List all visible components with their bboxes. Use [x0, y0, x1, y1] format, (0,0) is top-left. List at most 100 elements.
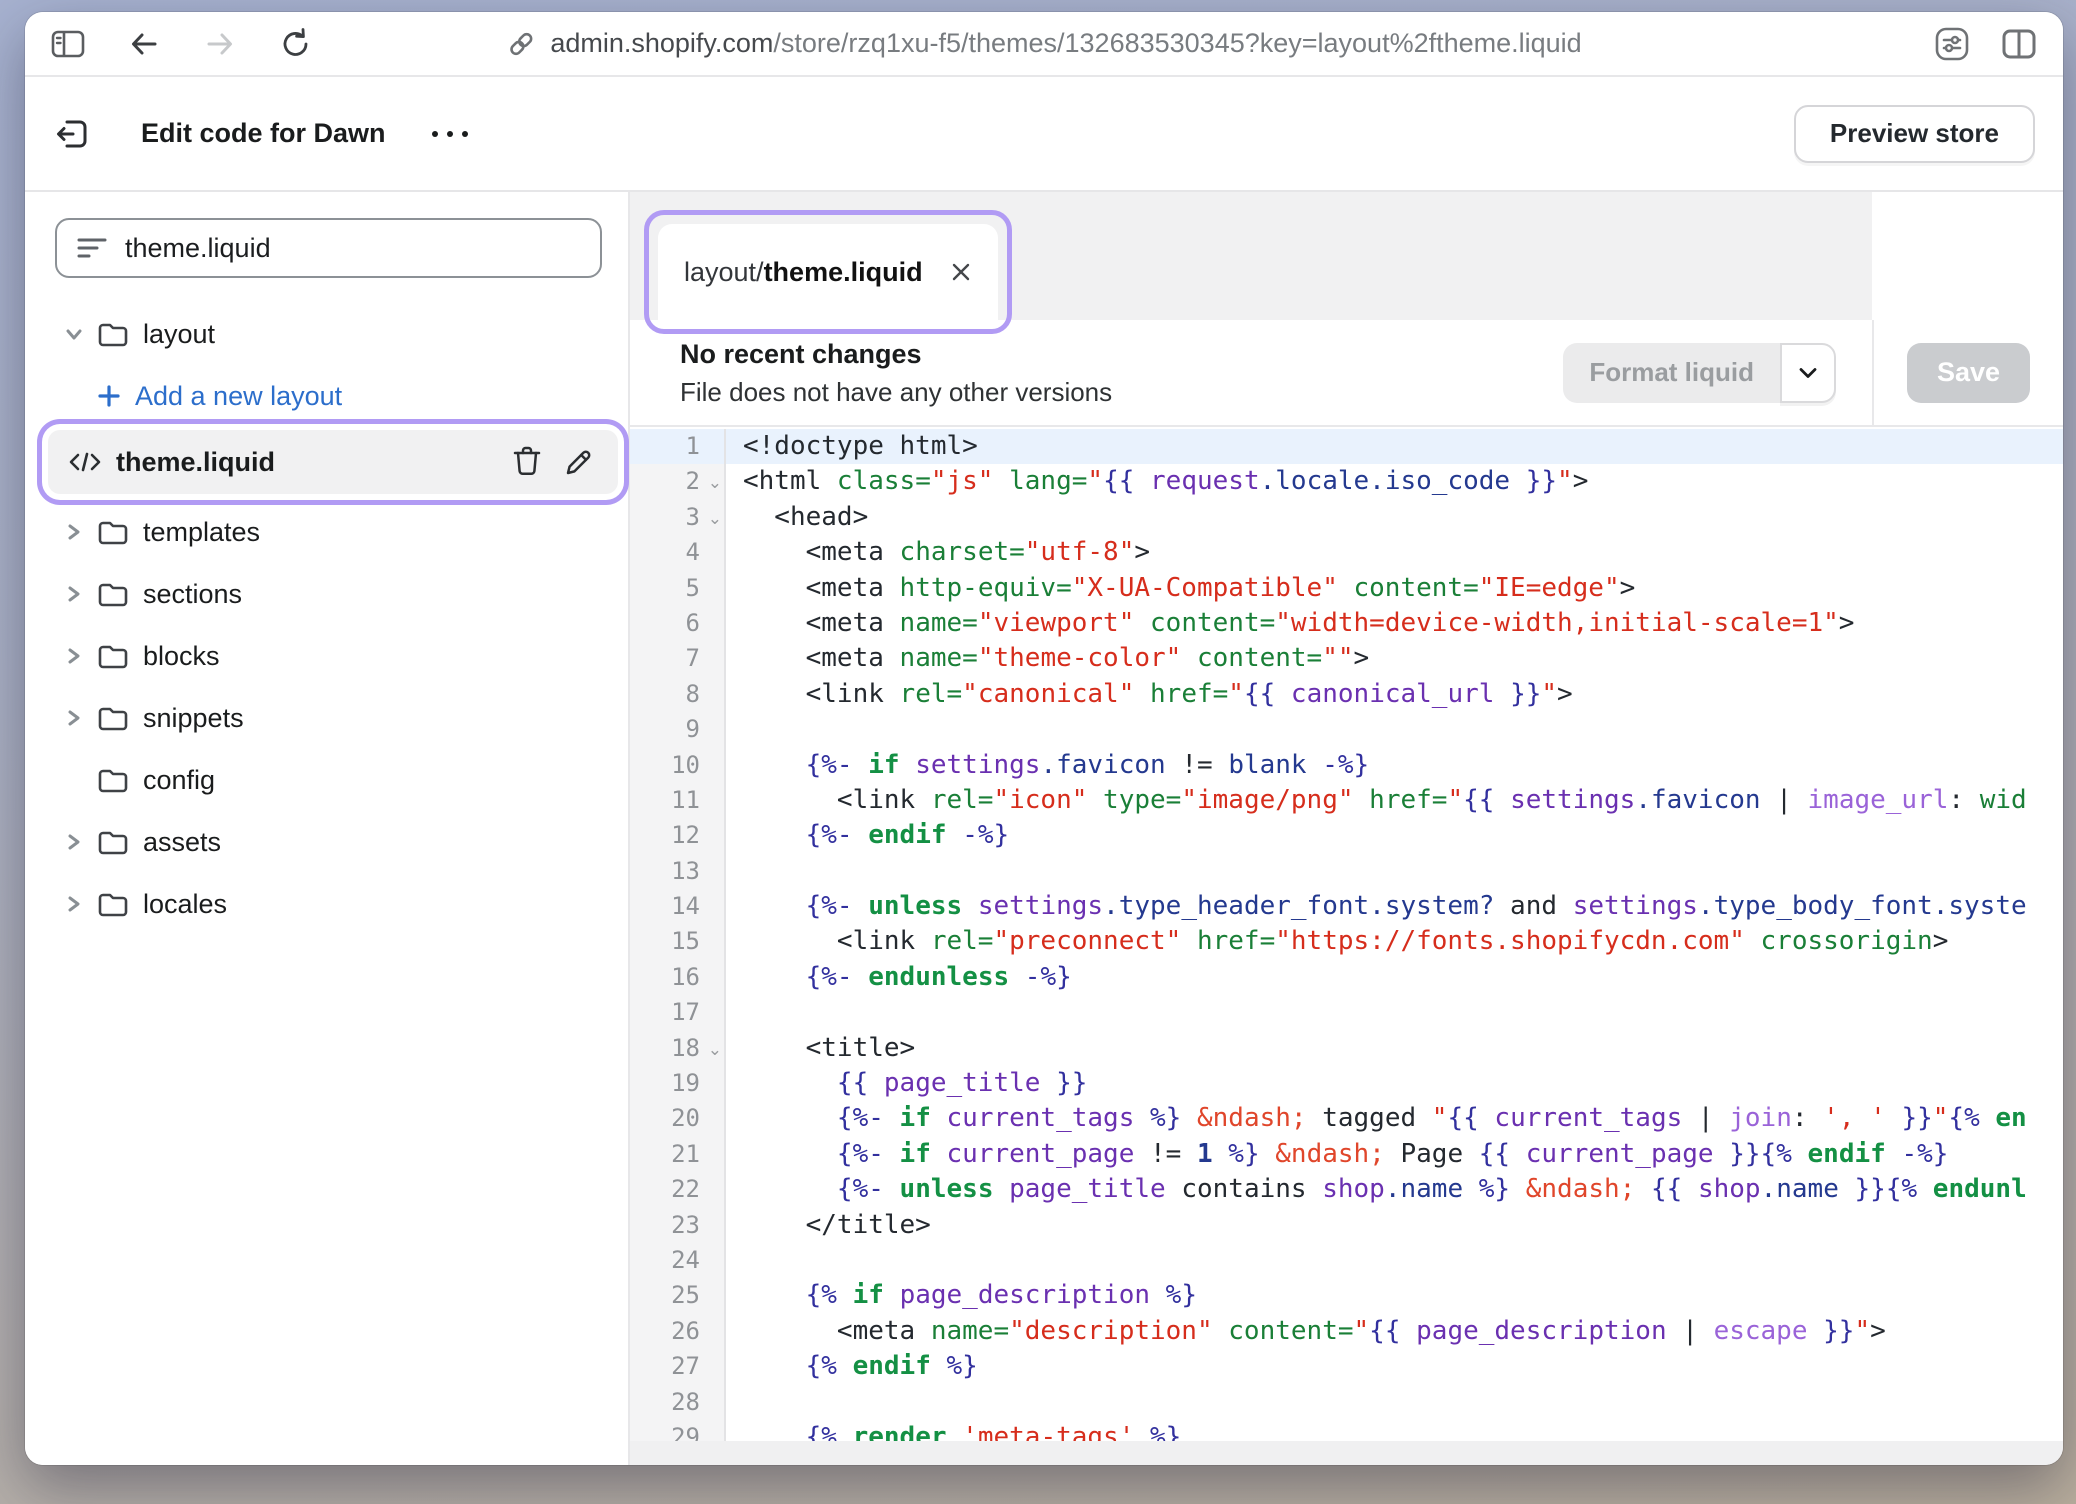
code-line[interactable]: 11 <link rel="icon" type="image/png" hre… [630, 783, 2063, 818]
code-editor-pane: layout/theme.liquid No recent changes [630, 192, 2063, 1465]
fold-arrow-icon[interactable]: ⌄ [708, 1032, 722, 1067]
folder-label: layout [143, 319, 215, 350]
tab-theme-liquid[interactable]: layout/theme.liquid [658, 224, 998, 320]
tab-path-prefix: layout/ [684, 257, 764, 288]
code-line[interactable]: 25 {% if page_description %} [630, 1278, 2063, 1313]
code-line-text: <head> [726, 500, 868, 535]
code-line[interactable]: 26 <meta name="description" content="{{ … [630, 1314, 2063, 1349]
app-header: Edit code for Dawn Preview store [25, 77, 2063, 190]
reload-icon[interactable] [279, 27, 313, 61]
sidebar-item-blocks[interactable]: blocks [55, 628, 602, 684]
code-line-text: <meta charset="utf-8"> [726, 535, 1150, 570]
code-line[interactable]: 18⌄ <title> [630, 1031, 2063, 1066]
code-line[interactable]: 8 <link rel="canonical" href="{{ canonic… [630, 677, 2063, 712]
exit-icon[interactable] [53, 114, 93, 154]
address-bar[interactable]: admin.shopify.com/store/rzq1xu-f5/themes… [506, 28, 1581, 59]
code-line-text: {% render 'meta-tags' %} [726, 1420, 1181, 1441]
close-tab-icon[interactable] [950, 261, 972, 283]
line-number: 18⌄ [630, 1031, 726, 1066]
sidebar-item-config[interactable]: config [55, 752, 602, 808]
code-line[interactable]: 22 {%- unless page_title contains shop.n… [630, 1172, 2063, 1207]
page-settings-icon[interactable] [1933, 25, 1971, 63]
save-button[interactable]: Save [1907, 343, 2030, 403]
sidebar-item-sections[interactable]: sections [55, 566, 602, 622]
chevron-right-icon[interactable] [63, 832, 85, 852]
line-number: 13 [630, 854, 726, 889]
code-line[interactable]: 1<!doctype html> [630, 429, 2063, 464]
code-line[interactable]: 10 {%- if settings.favicon != blank -%} [630, 748, 2063, 783]
code-line-text: {%- unless settings.type_header_font.sys… [726, 889, 2027, 924]
code-line[interactable]: 13 [630, 854, 2063, 889]
forward-icon[interactable] [203, 29, 237, 59]
code-line[interactable]: 21 {%- if current_page != 1 %} &ndash; P… [630, 1137, 2063, 1172]
sidebar-item-snippets[interactable]: snippets [55, 690, 602, 746]
code-line[interactable]: 9 [630, 712, 2063, 747]
code-line[interactable]: 2⌄<html class="js" lang="{{ request.loca… [630, 464, 2063, 499]
code-line[interactable]: 5 <meta http-equiv="X-UA-Compatible" con… [630, 571, 2063, 606]
split-view-icon[interactable] [2001, 28, 2037, 60]
folder-label: sections [143, 579, 242, 610]
code-line[interactable]: 27 {% endif %} [630, 1349, 2063, 1384]
sidebar-item-theme-liquid-selected[interactable]: theme.liquid [48, 430, 618, 494]
chevron-right-icon[interactable] [63, 894, 85, 914]
url-text: admin.shopify.com/store/rzq1xu-f5/themes… [550, 28, 1581, 59]
preview-store-button[interactable]: Preview store [1794, 105, 2035, 163]
folder-icon [97, 320, 129, 348]
code-line[interactable]: 16 {%- endunless -%} [630, 960, 2063, 995]
code-line[interactable]: 3⌄ <head> [630, 500, 2063, 535]
code-line-text: {%- endunless -%} [726, 960, 1072, 995]
sidebar-item-locales[interactable]: locales [55, 876, 602, 932]
sidebar-item-assets[interactable]: assets [55, 814, 602, 870]
code-line-text: <meta name="viewport" content="width=dev… [726, 606, 1854, 641]
code-line-text: <html class="js" lang="{{ request.locale… [726, 464, 1588, 499]
code-line-text: <meta http-equiv="X-UA-Compatible" conte… [726, 571, 1635, 606]
tab-file-name: theme.liquid [764, 257, 923, 288]
code-line[interactable]: 12 {%- endif -%} [630, 818, 2063, 853]
code-line[interactable]: 4 <meta charset="utf-8"> [630, 535, 2063, 570]
code-line[interactable]: 19 {{ page_title }} [630, 1066, 2063, 1101]
code-line[interactable]: 24 [630, 1243, 2063, 1278]
code-line-text: </title> [726, 1208, 931, 1243]
code-line[interactable]: 20 {%- if current_tags %} &ndash; tagged… [630, 1101, 2063, 1136]
fold-arrow-icon[interactable]: ⌄ [708, 501, 722, 536]
code-area[interactable]: 1<!doctype html>2⌄<html class="js" lang=… [630, 427, 2063, 1441]
line-number: 11 [630, 783, 726, 818]
code-line[interactable]: 7 <meta name="theme-color" content=""> [630, 641, 2063, 676]
chevron-right-icon[interactable] [63, 584, 85, 604]
format-liquid-label[interactable]: Format liquid [1563, 343, 1780, 403]
code-line-text: {%- if current_tags %} &ndash; tagged "{… [726, 1101, 2027, 1136]
more-actions-icon[interactable] [432, 131, 468, 137]
code-line[interactable]: 14 {%- unless settings.type_header_font.… [630, 889, 2063, 924]
fold-arrow-icon[interactable]: ⌄ [708, 465, 722, 500]
line-number: 6 [630, 606, 726, 641]
file-search-input[interactable]: theme.liquid [55, 218, 602, 278]
code-line[interactable]: 6 <meta name="viewport" content="width=d… [630, 606, 2063, 641]
chevron-right-icon[interactable] [63, 522, 85, 542]
chevron-right-icon[interactable] [63, 646, 85, 666]
rename-file-icon[interactable] [564, 447, 594, 477]
tab-bar: layout/theme.liquid [630, 192, 2063, 320]
chevron-down-icon[interactable] [63, 325, 85, 343]
code-line[interactable]: 29 {% render 'meta-tags' %} [630, 1420, 2063, 1441]
code-line[interactable]: 23 </title> [630, 1208, 2063, 1243]
line-number: 28 [630, 1385, 726, 1420]
sidebar-item-templates[interactable]: templates [55, 504, 602, 560]
code-line-text: {% if page_description %} [726, 1278, 1197, 1313]
back-icon[interactable] [127, 29, 161, 59]
code-line[interactable]: 15 <link rel="preconnect" href="https://… [630, 924, 2063, 959]
code-line[interactable]: 17 [630, 995, 2063, 1030]
folder-icon [97, 518, 129, 546]
add-new-layout-link[interactable]: Add a new layout [55, 368, 602, 424]
delete-file-icon[interactable] [512, 446, 542, 478]
format-dropdown-icon[interactable] [1780, 343, 1836, 403]
code-line-text: <title> [726, 1031, 915, 1066]
chevron-right-icon[interactable] [63, 708, 85, 728]
sidebar-item-layout[interactable]: layout [55, 306, 602, 362]
sidebar-toggle-icon[interactable] [51, 29, 85, 59]
code-line[interactable]: 28 [630, 1385, 2063, 1420]
desktop-background: admin.shopify.com/store/rzq1xu-f5/themes… [0, 0, 2076, 1504]
browser-toolbar: admin.shopify.com/store/rzq1xu-f5/themes… [25, 12, 2063, 77]
folder-icon [97, 642, 129, 670]
filter-icon [77, 235, 107, 261]
code-line-text: {% endif %} [726, 1349, 978, 1384]
